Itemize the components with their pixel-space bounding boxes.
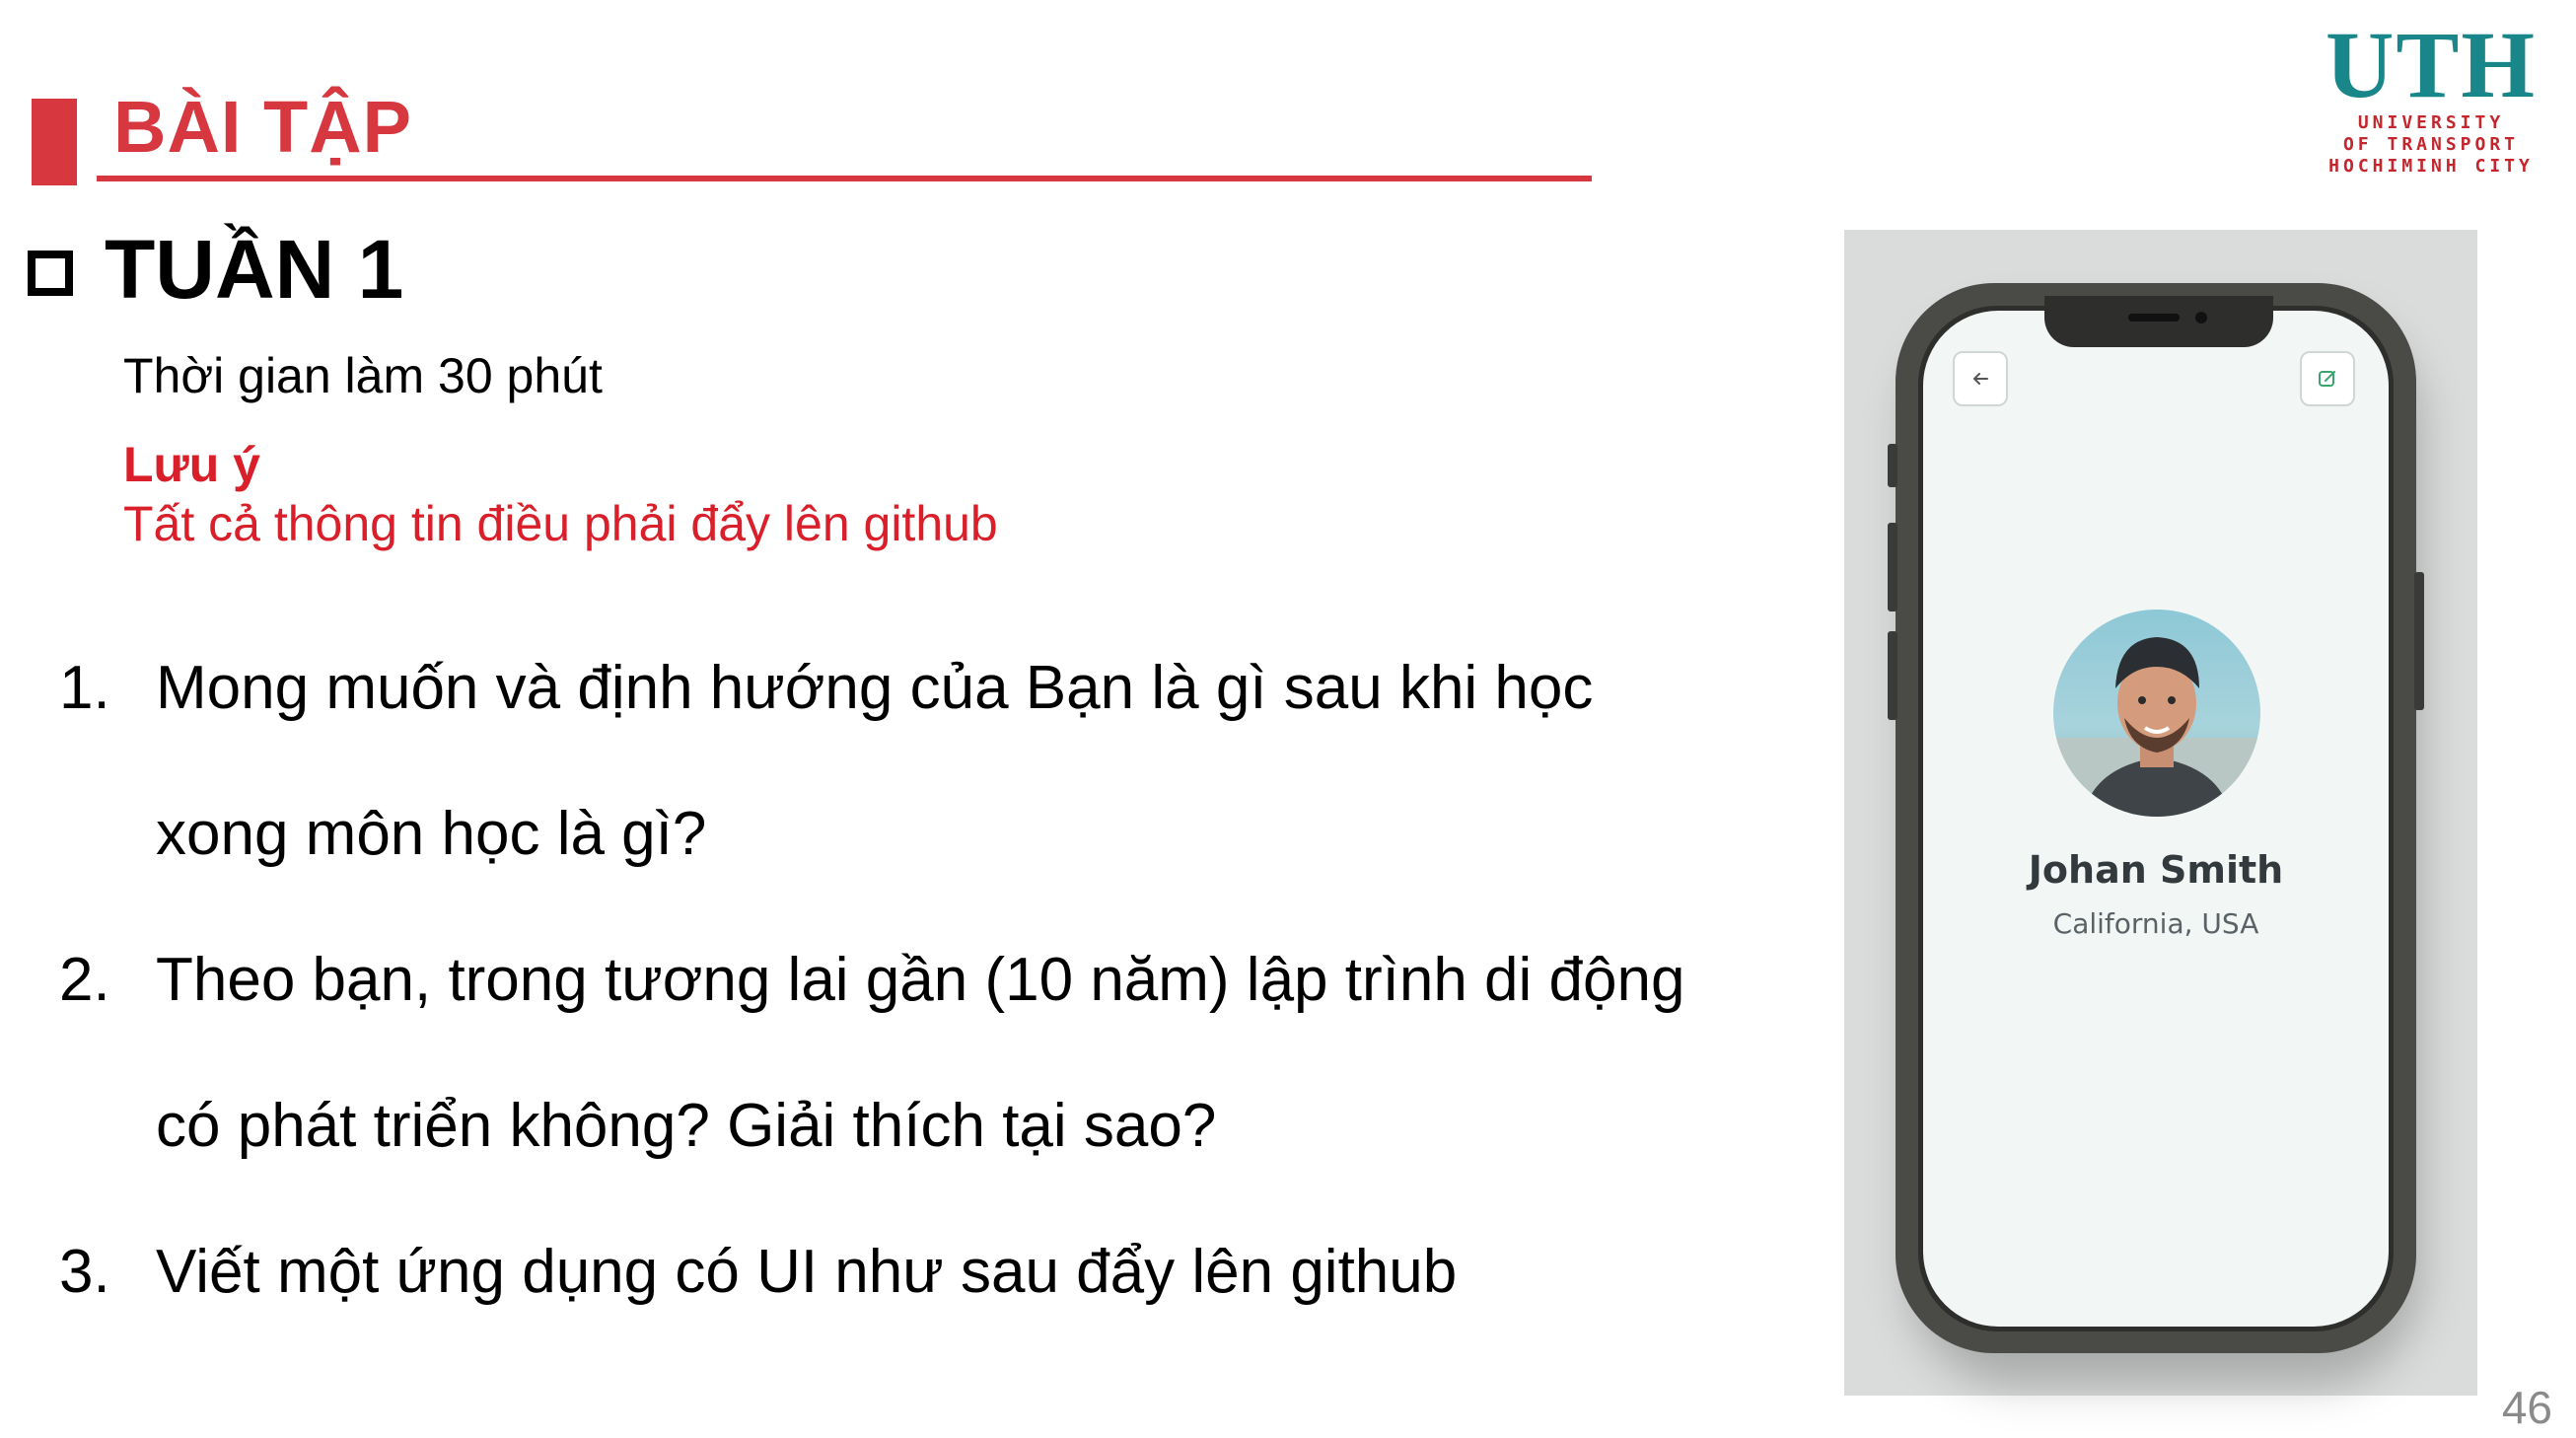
time-note: Thời gian làm 30 phút bbox=[123, 348, 603, 403]
question-1-continued: xong môn học là gì? bbox=[0, 799, 1736, 878]
section-title: TUẦN 1 bbox=[105, 223, 404, 316]
question-2-continued: có phát triển không? Giải thích tại sao? bbox=[0, 1091, 1736, 1170]
arrow-left-icon bbox=[1973, 373, 1988, 385]
note-text: Tất cả thông tin điều phải đẩy lên githu… bbox=[123, 496, 998, 551]
uth-logo: UTH UNIVERSITY OF TRANSPORT HOCHIMINH CI… bbox=[2298, 12, 2564, 178]
edit-square-icon bbox=[2319, 371, 2335, 387]
phone-side-button bbox=[1888, 631, 1897, 720]
logo-line-2: OF TRANSPORT bbox=[2342, 134, 2520, 155]
edit-button[interactable] bbox=[2300, 351, 2355, 406]
logo-mark: UTH bbox=[2325, 12, 2538, 117]
note-label: Lưu ý bbox=[123, 437, 260, 492]
header-underline bbox=[97, 176, 1592, 181]
page-number: 46 bbox=[2501, 1382, 2552, 1433]
section-heading: TUẦN 1 bbox=[28, 222, 403, 318]
profile-location: California, USA bbox=[2052, 907, 2259, 940]
checkbox-square-icon bbox=[28, 250, 73, 296]
phone-notch bbox=[2044, 296, 2273, 347]
question-number: 3. bbox=[59, 1238, 110, 1306]
slide: BÀI TẬP UTH UNIVERSITY OF TRANSPORT HOCH… bbox=[0, 0, 2576, 1438]
phone-side-button bbox=[2414, 572, 2424, 710]
avatar bbox=[2053, 610, 2260, 817]
question-3: 3. Viết một ứng dụng có UI như sau đẩy l… bbox=[0, 1237, 1736, 1316]
question-text-line: Viết một ứng dụng có UI như sau đẩy lên … bbox=[156, 1238, 1458, 1306]
camera-icon bbox=[2195, 312, 2207, 324]
speaker-icon bbox=[2128, 314, 2180, 322]
profile-name: Johan Smith bbox=[2028, 848, 2284, 892]
question-number: 1. bbox=[59, 654, 110, 722]
logo-line-3: HOCHIMINH CITY bbox=[2328, 156, 2534, 177]
question-text-line: Mong muốn và định hướng của Bạn là gì sa… bbox=[156, 654, 1594, 722]
phone-screen bbox=[1923, 311, 2389, 1327]
question-text-line: xong môn học là gì? bbox=[156, 800, 707, 868]
question-number: 2. bbox=[59, 946, 110, 1014]
question-text-line: có phát triển không? Giải thích tại sao? bbox=[156, 1092, 1217, 1160]
question-1: 1. Mong muốn và định hướng của Bạn là gì… bbox=[0, 653, 1736, 732]
phone-side-button bbox=[1888, 444, 1897, 487]
avatar-photo bbox=[2053, 637, 2260, 817]
back-button[interactable] bbox=[1953, 351, 2008, 406]
question-text-line: Theo bạn, trong tương lai gần (10 năm) l… bbox=[156, 946, 1685, 1014]
phone-side-button bbox=[1888, 523, 1897, 611]
header-accent-bar bbox=[32, 99, 77, 185]
header-title: BÀI TẬP bbox=[113, 86, 412, 168]
question-2: 2. Theo bạn, trong tương lai gần (10 năm… bbox=[0, 945, 1736, 1024]
